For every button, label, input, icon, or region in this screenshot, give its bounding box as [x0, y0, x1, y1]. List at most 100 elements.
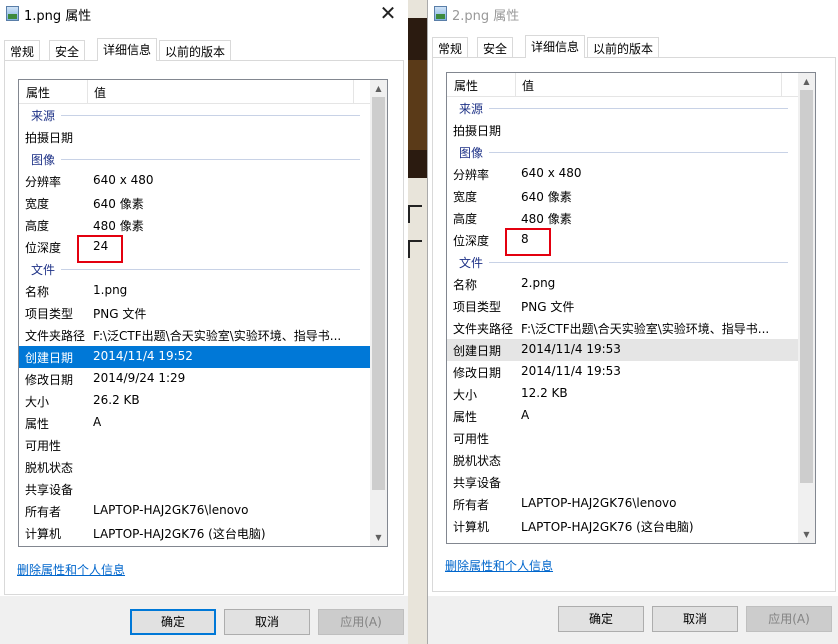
- property-row[interactable]: 分辨率 640 x 480: [19, 170, 370, 192]
- group-label: 文件: [459, 256, 484, 270]
- property-row[interactable]: 可用性: [19, 434, 370, 456]
- property-row[interactable]: 大小 26.2 KB: [19, 390, 370, 412]
- scroll-up-arrow-icon[interactable]: ▲: [798, 73, 815, 90]
- property-name: 拍摄日期: [25, 131, 74, 145]
- property-row[interactable]: 高度 480 像素: [447, 207, 798, 229]
- scroll-down-arrow-icon[interactable]: ▼: [798, 526, 815, 543]
- property-name: 位深度: [25, 241, 62, 255]
- property-row[interactable]: 属性 A: [19, 412, 370, 434]
- property-value: 2.png: [521, 276, 556, 290]
- column-header-property[interactable]: 属性: [26, 84, 50, 101]
- property-row[interactable]: 所有者 LAPTOP-HAJ2GK76\lenovo: [447, 493, 798, 515]
- property-value: 480 像素: [521, 212, 572, 226]
- scrollbar-thumb[interactable]: [800, 90, 813, 483]
- property-value: 640 x 480: [93, 173, 154, 187]
- remove-properties-link[interactable]: 删除属性和个人信息: [445, 557, 553, 574]
- property-name: 计算机: [453, 520, 490, 534]
- scroll-up-arrow-icon[interactable]: ▲: [370, 80, 387, 97]
- property-value: PNG 文件: [521, 300, 575, 314]
- property-row[interactable]: 创建日期 2014/11/4 19:53: [447, 339, 798, 361]
- property-row[interactable]: 修改日期 2014/9/24 1:29: [19, 368, 370, 390]
- property-row[interactable]: 修改日期 2014/11/4 19:53: [447, 361, 798, 383]
- property-row[interactable]: 脱机状态: [447, 449, 798, 471]
- property-name: 高度: [25, 219, 50, 233]
- property-list[interactable]: 属性 值 来源 拍摄日期 图像 分辨率 640 x 480 宽度 640 像素 高度 480 像…: [18, 79, 388, 547]
- property-row[interactable]: 文件夹路径 F:\泛CTF出题\合天实验室\实验环境、指导书...: [447, 317, 798, 339]
- column-header-value[interactable]: 值: [94, 84, 106, 101]
- property-row[interactable]: 拍摄日期: [447, 119, 798, 141]
- tab-bar: 常规 安全 详细信息 以前的版本: [428, 35, 838, 58]
- column-separator[interactable]: [515, 73, 516, 97]
- property-value: 640 像素: [93, 197, 144, 211]
- property-name: 修改日期: [453, 366, 502, 380]
- property-row[interactable]: 所有者 LAPTOP-HAJ2GK76\lenovo: [19, 500, 370, 522]
- cancel-button[interactable]: 取消: [224, 609, 310, 635]
- background-image-dark-2: [405, 60, 427, 150]
- tab-security[interactable]: 安全: [49, 40, 86, 61]
- tab-previous-versions[interactable]: 以前的版本: [587, 37, 660, 58]
- tab-details[interactable]: 详细信息: [97, 38, 158, 61]
- details-panel: 属性 值 来源 拍摄日期 图像 分辨率 640 x 480 宽度 640 像素 高度 480 像…: [4, 60, 404, 595]
- property-value: LAPTOP-HAJ2GK76 (这台电脑): [521, 520, 694, 534]
- property-list[interactable]: 属性 值 来源 拍摄日期 图像 分辨率 640 x 480 宽度 640 像素 高度 480 像…: [446, 72, 816, 544]
- column-separator[interactable]: [353, 80, 354, 104]
- property-row[interactable]: 名称 1.png: [19, 280, 370, 302]
- tab-security[interactable]: 安全: [477, 37, 514, 58]
- group-divider: [489, 152, 788, 153]
- property-row[interactable]: 脱机状态: [19, 456, 370, 478]
- property-value: 640 像素: [521, 190, 572, 204]
- property-row[interactable]: 位深度 24: [19, 236, 370, 258]
- property-row[interactable]: 高度 480 像素: [19, 214, 370, 236]
- property-row[interactable]: 可用性: [447, 427, 798, 449]
- property-row[interactable]: 计算机 LAPTOP-HAJ2GK76 (这台电脑): [447, 515, 798, 537]
- property-value: LAPTOP-HAJ2GK76 (这台电脑): [93, 527, 266, 541]
- property-row[interactable]: 属性 A: [447, 405, 798, 427]
- property-row[interactable]: 分辨率 640 x 480: [447, 163, 798, 185]
- property-row[interactable]: 文件夹路径 F:\泛CTF出题\合天实验室\实验环境、指导书...: [19, 324, 370, 346]
- property-row[interactable]: 宽度 640 像素: [447, 185, 798, 207]
- property-value: 2014/11/4 19:52: [93, 349, 193, 363]
- scrollbar-thumb[interactable]: [372, 97, 385, 490]
- property-row[interactable]: 名称 2.png: [447, 273, 798, 295]
- column-separator[interactable]: [781, 73, 782, 97]
- tab-general[interactable]: 常规: [4, 40, 41, 61]
- column-header-value[interactable]: 值: [522, 77, 534, 94]
- tab-details[interactable]: 详细信息: [525, 35, 586, 58]
- property-name: 可用性: [453, 432, 490, 446]
- tab-previous-versions[interactable]: 以前的版本: [159, 40, 232, 61]
- ok-button[interactable]: 确定: [558, 606, 644, 632]
- property-row[interactable]: 创建日期 2014/11/4 19:52: [19, 346, 370, 368]
- property-value: F:\泛CTF出题\合天实验室\实验环境、指导书...: [521, 322, 770, 336]
- vertical-scrollbar[interactable]: ▲ ▼: [370, 80, 387, 546]
- vertical-scrollbar[interactable]: ▲ ▼: [798, 73, 815, 543]
- ok-button[interactable]: 确定: [130, 609, 216, 635]
- image-file-icon: [434, 6, 447, 21]
- property-row[interactable]: 大小 12.2 KB: [447, 383, 798, 405]
- group-label: 图像: [459, 146, 484, 160]
- scroll-down-arrow-icon[interactable]: ▼: [370, 529, 387, 546]
- image-file-icon: [6, 6, 19, 21]
- property-row[interactable]: 共享设备: [19, 478, 370, 500]
- property-row[interactable]: 共享设备: [447, 471, 798, 493]
- property-name: 分辨率: [453, 168, 490, 182]
- property-row[interactable]: 项目类型 PNG 文件: [447, 295, 798, 317]
- property-name: 修改日期: [25, 373, 74, 387]
- property-row[interactable]: 项目类型 PNG 文件: [19, 302, 370, 324]
- tab-bar: 常规 安全 详细信息 以前的版本: [0, 38, 408, 61]
- remove-properties-link[interactable]: 删除属性和个人信息: [17, 561, 125, 578]
- property-row[interactable]: 位深度 8: [447, 229, 798, 251]
- close-button[interactable]: ✕: [368, 0, 408, 28]
- apply-button[interactable]: 应用(A): [746, 606, 832, 632]
- column-separator[interactable]: [87, 80, 88, 104]
- property-name: 高度: [453, 212, 478, 226]
- property-row[interactable]: 拍摄日期: [19, 126, 370, 148]
- cancel-button[interactable]: 取消: [652, 606, 738, 632]
- apply-button[interactable]: 应用(A): [318, 609, 404, 635]
- tab-general[interactable]: 常规: [432, 37, 469, 58]
- property-name: 项目类型: [25, 307, 74, 321]
- property-row[interactable]: 宽度 640 像素: [19, 192, 370, 214]
- property-name: 拍摄日期: [453, 124, 502, 138]
- property-row[interactable]: 计算机 LAPTOP-HAJ2GK76 (这台电脑): [19, 522, 370, 544]
- background-glyph: [408, 205, 422, 223]
- column-header-property[interactable]: 属性: [454, 77, 478, 94]
